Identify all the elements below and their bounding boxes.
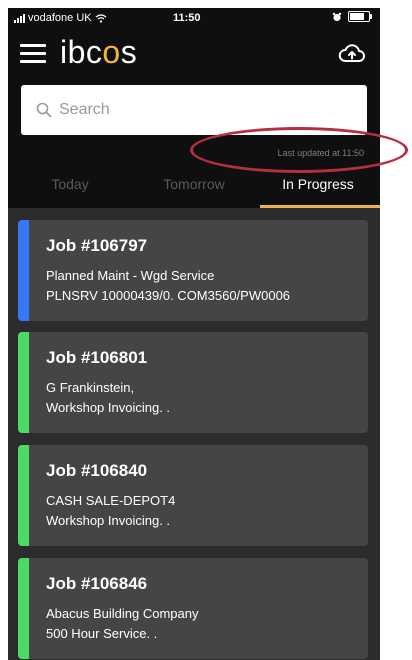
job-subdescription: Workshop Invoicing. . <box>46 400 171 415</box>
job-description: Abacus Building Company <box>46 606 199 621</box>
job-card[interactable]: Job #106840 CASH SALE-DEPOT4 Workshop In… <box>18 445 368 546</box>
alarm-icon <box>332 12 342 21</box>
status-stripe <box>18 332 29 433</box>
signal-icon <box>14 13 25 23</box>
search-input[interactable] <box>57 100 361 120</box>
app-header: vodafone UK 11:50 ibcos Search Last upda… <box>8 8 380 208</box>
status-right <box>332 11 372 22</box>
job-description: Planned Maint - Wgd Service <box>46 268 215 283</box>
cloud-upload-icon[interactable] <box>338 42 366 66</box>
battery-icon <box>348 11 372 22</box>
app-screen: vodafone UK 11:50 ibcos Search Last upda… <box>8 8 380 660</box>
hamburger-menu-icon[interactable] <box>20 44 46 64</box>
status-bar: vodafone UK 11:50 <box>8 8 380 28</box>
job-card[interactable]: Job #106846 Abacus Building Company 500 … <box>18 558 368 659</box>
carrier-name: vodafone UK <box>28 12 92 24</box>
status-time: 11:50 <box>173 12 201 24</box>
job-description: CASH SALE-DEPOT4 <box>46 493 176 508</box>
job-card[interactable]: Job #106797 Planned Maint - Wgd Service … <box>18 220 368 321</box>
job-title: Job #106840 <box>46 461 148 480</box>
status-stripe <box>18 558 29 659</box>
search-icon <box>36 102 52 118</box>
brand-suffix: s <box>120 34 138 70</box>
job-title: Job #106797 <box>46 236 148 255</box>
job-title: Job #106846 <box>46 574 148 593</box>
tab-tomorrow[interactable]: Tomorrow <box>132 171 256 208</box>
job-list: Job #106797 Planned Maint - Wgd Service … <box>8 208 380 660</box>
job-subdescription: Workshop Invoicing. . <box>46 513 171 528</box>
status-stripe <box>18 220 29 321</box>
highlight-annotation-circle <box>190 127 408 173</box>
status-left: vodafone UK <box>14 12 107 24</box>
brand-logo: ibcos <box>60 34 137 71</box>
job-card[interactable]: Job #106801 G Frankinstein, Workshop Inv… <box>18 332 368 433</box>
status-stripe <box>18 445 29 546</box>
tab-today[interactable]: Today <box>8 171 132 208</box>
tab-in-progress[interactable]: In Progress <box>256 171 380 208</box>
brand-prefix: ibc <box>60 34 103 70</box>
job-description: G Frankinstein, <box>46 380 135 395</box>
tab-bar: Today Tomorrow In Progress <box>8 171 380 208</box>
job-title: Job #106801 <box>46 348 148 367</box>
wifi-icon <box>95 13 107 23</box>
job-subdescription: 500 Hour Service. . <box>46 626 158 641</box>
job-subdescription: PLNSRV 10000439/0. COM3560/PW0006 <box>46 288 291 303</box>
brand-accent: o <box>102 34 121 70</box>
